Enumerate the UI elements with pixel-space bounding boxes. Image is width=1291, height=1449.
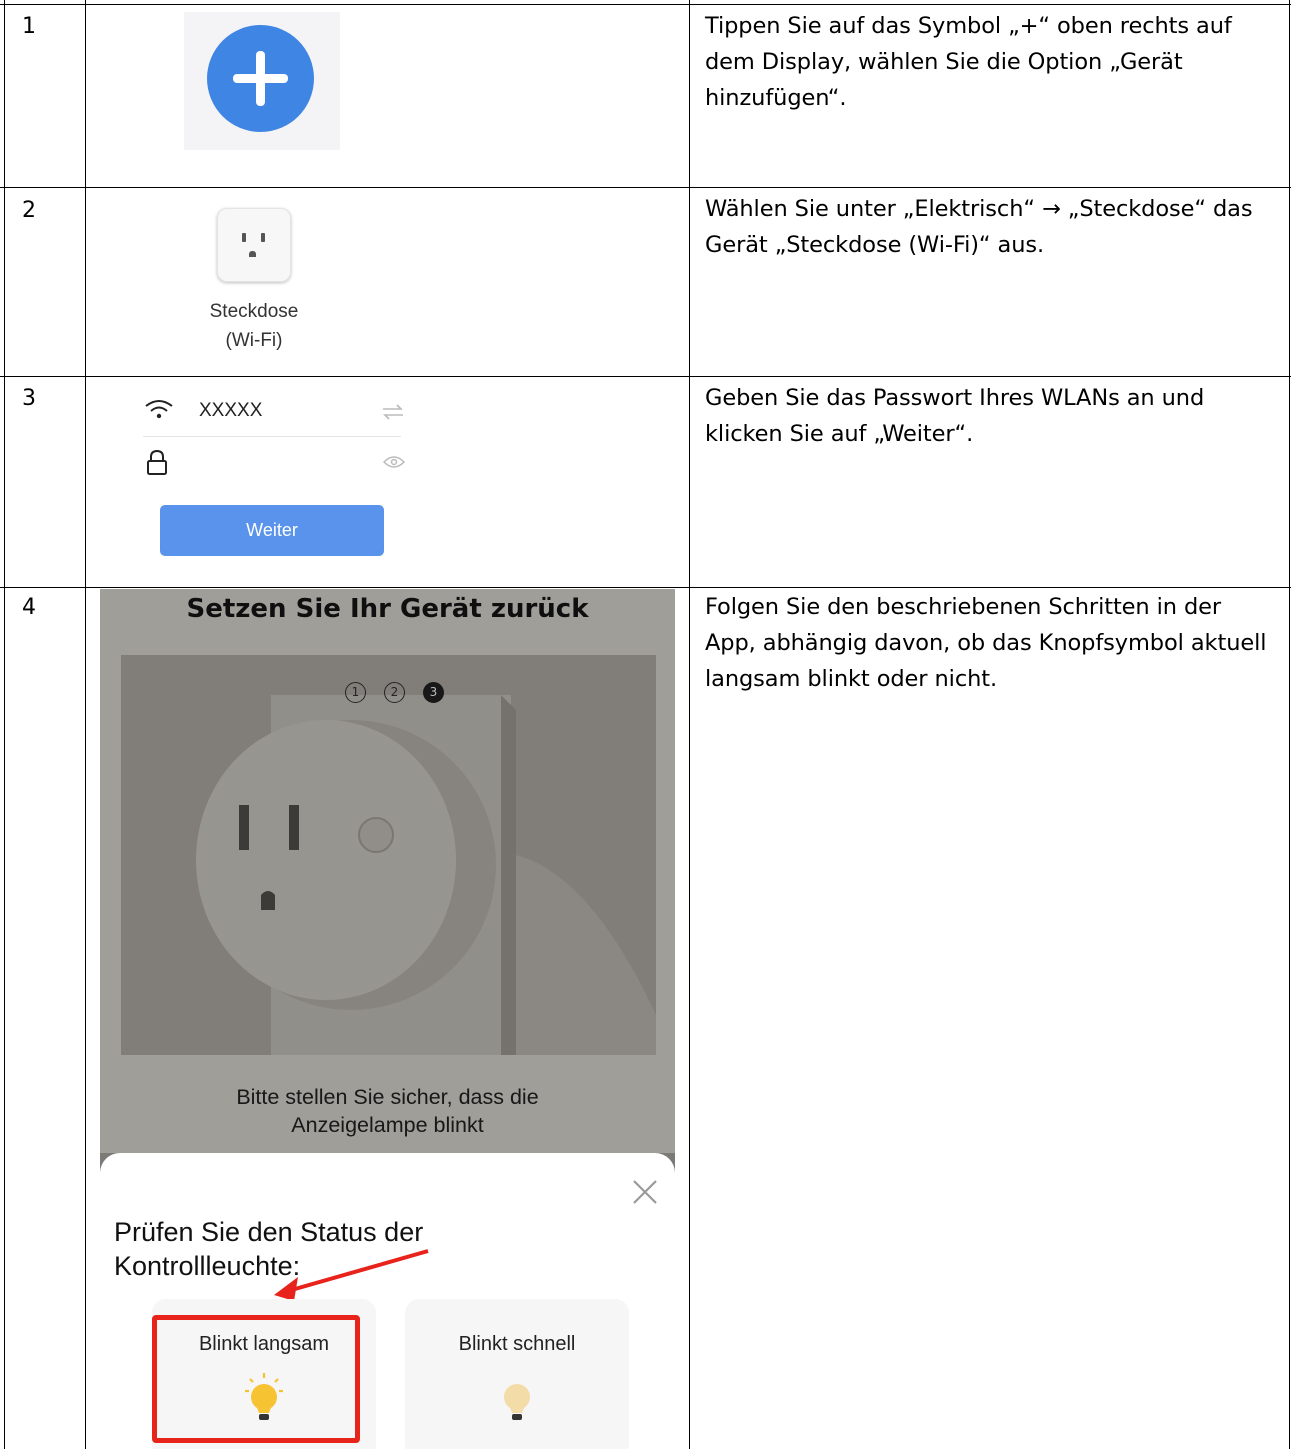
step-description: Folgen Sie den beschriebenen Schritten i… xyxy=(705,594,1267,692)
switch-network-icon[interactable] xyxy=(381,403,405,421)
red-arrow-icon xyxy=(274,1249,429,1301)
option-blinkt-schnell[interactable]: Blinkt schnell xyxy=(405,1299,629,1449)
lock-icon xyxy=(147,449,167,475)
table-border-top xyxy=(0,4,1291,5)
eye-icon[interactable] xyxy=(382,454,406,470)
step-number: 3 xyxy=(22,386,36,411)
row-divider xyxy=(0,187,1291,188)
sheet-title-line: Prüfen Sie den Status der xyxy=(114,1217,424,1247)
table-border-right xyxy=(1289,0,1290,1449)
close-icon[interactable] xyxy=(631,1178,659,1206)
step-description: Geben Sie das Passwort Ihres WLANs an un… xyxy=(705,385,1205,447)
ssid-value[interactable]: XXXXX xyxy=(199,400,262,422)
plus-icon xyxy=(256,51,265,106)
step-number: 1 xyxy=(22,14,36,39)
status-sheet: Prüfen Sie den Status der Kontrollleucht… xyxy=(100,1153,675,1449)
instruction-table: 1 Tippen Sie auf das Symbol „+“ oben rec… xyxy=(0,0,1291,1449)
row-divider xyxy=(0,587,1291,588)
device-label: Steckdose xyxy=(209,301,299,322)
column-divider xyxy=(85,0,86,1449)
wifi-icon xyxy=(145,400,173,419)
socket-ground-icon xyxy=(249,251,256,257)
step-number: 4 xyxy=(22,595,36,620)
dim-bulb-icon xyxy=(504,1384,530,1420)
modal-overlay xyxy=(100,589,675,1153)
password-input[interactable] xyxy=(200,450,370,474)
row-divider xyxy=(0,376,1291,377)
step-number: 2 xyxy=(22,198,36,223)
socket-slot-icon xyxy=(261,233,265,242)
step-description: Wählen Sie unter „Elektrisch“ → „Steckdo… xyxy=(705,196,1253,258)
table-border-left xyxy=(4,0,5,1449)
step-description: Tippen Sie auf das Symbol „+“ oben recht… xyxy=(705,13,1232,111)
smart-socket-tile[interactable] xyxy=(217,208,291,282)
socket-slot-icon xyxy=(242,233,246,242)
option-label: Blinkt schnell xyxy=(458,1333,576,1355)
column-divider xyxy=(689,0,690,1449)
device-label: (Wi-Fi) xyxy=(225,330,283,351)
weiter-button[interactable]: Weiter xyxy=(160,505,384,556)
app-screenshot: Setzen Sie Ihr Gerät zurück 1 2 3 Bitte … xyxy=(100,589,675,1449)
highlight-box xyxy=(152,1315,360,1443)
input-divider xyxy=(143,436,401,437)
